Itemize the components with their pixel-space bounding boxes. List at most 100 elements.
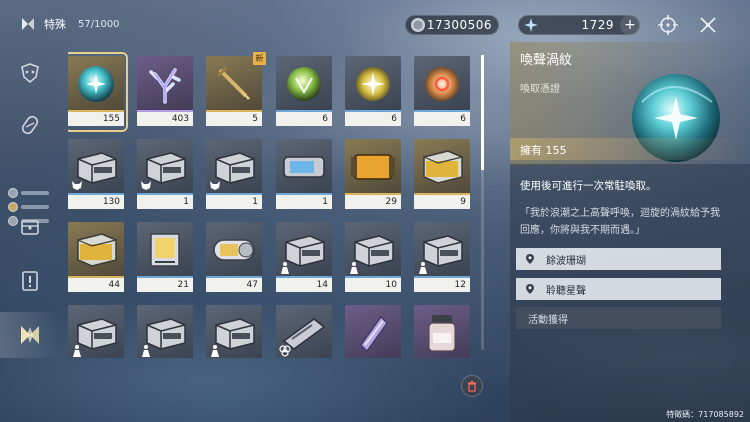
special-diamond-icon	[21, 326, 39, 344]
own-count: 擁有 155	[520, 144, 567, 157]
item-slot[interactable]: 1	[206, 139, 262, 211]
item-title: 喚聲渦紋	[520, 53, 573, 68]
item-slot[interactable]: 1	[137, 139, 193, 211]
special-category-icon	[22, 18, 34, 30]
location-pin-icon	[526, 254, 534, 264]
item-count: 130	[68, 195, 124, 209]
currency-shell-credit: 17300506	[405, 15, 499, 35]
capsule-gold-icon	[345, 139, 401, 195]
item-count: 14	[276, 278, 332, 292]
echo-mask-icon	[21, 63, 39, 84]
item-slot[interactable]: 155	[68, 52, 128, 132]
item-count: 6	[345, 112, 401, 126]
item-slot[interactable]: 12	[414, 222, 470, 294]
box-gold-icon	[68, 222, 124, 278]
crosshair-icon	[658, 15, 678, 35]
orb-green-icon	[276, 56, 332, 112]
close-button[interactable]	[697, 14, 719, 36]
player-uid: 特徵碼：717085892	[666, 410, 744, 419]
item-slot[interactable]: 29	[345, 139, 401, 211]
crystal-icon	[345, 305, 401, 358]
figure-icon	[278, 260, 292, 274]
mini-dot-icon	[8, 202, 18, 212]
orb-yellow-icon	[345, 56, 401, 112]
item-slot[interactable]: 130	[68, 139, 124, 211]
item-count: 12	[414, 278, 470, 292]
item-slot[interactable]: 10	[345, 222, 401, 294]
item-count: 1	[206, 195, 262, 209]
jar-icon	[414, 305, 470, 358]
item-slot[interactable]: 6	[276, 56, 332, 128]
source-label: 聆聽星聲	[546, 285, 586, 297]
source-link-1[interactable]: 餘波珊瑚	[516, 248, 721, 270]
cage-icon	[137, 222, 193, 278]
sidebar-item-echo[interactable]	[15, 58, 45, 88]
item-slot[interactable]: 403	[137, 56, 193, 128]
item-slot[interactable]	[68, 305, 124, 358]
item-slot[interactable]: 5新	[206, 52, 266, 128]
sidebar-item-material[interactable]	[15, 110, 45, 140]
figure-icon	[70, 343, 84, 357]
currency-value: 1729	[581, 18, 614, 32]
item-count: 155	[68, 112, 124, 126]
add-currency-button[interactable]: +	[620, 15, 640, 35]
item-slot[interactable]: 9	[414, 139, 470, 211]
figure-icon	[208, 343, 222, 357]
item-slot[interactable]: 21	[137, 222, 193, 294]
item-slot[interactable]: 14	[276, 222, 332, 294]
leaf-capsule-icon	[21, 115, 39, 135]
source-link-2[interactable]: 聆聽星聲	[516, 278, 721, 300]
coral-icon	[137, 56, 193, 112]
category-name: 特殊	[44, 18, 66, 31]
item-slot[interactable]	[137, 305, 193, 358]
item-grid: 155 403 5 新 6 6 6 130 1 1 1 29 9 44 21 47 14 10 12	[68, 52, 473, 358]
grid-scrollbar[interactable]	[481, 55, 484, 350]
wolf-icon	[70, 177, 84, 191]
trash-icon	[468, 380, 476, 392]
coin-icon	[411, 18, 425, 32]
source-label: 活動獲得	[528, 314, 568, 326]
figure-icon	[139, 343, 153, 357]
category-header: 特殊 57/1000	[20, 16, 120, 32]
item-slot[interactable]: 44	[68, 222, 124, 294]
scrollbar-thumb[interactable]	[481, 55, 484, 170]
chest-icon	[21, 220, 39, 235]
item-slot[interactable]	[414, 305, 470, 358]
orb-cyan-icon	[68, 56, 124, 112]
orb-orange-icon	[414, 56, 470, 112]
item-count: 44	[68, 278, 124, 292]
item-slot[interactable]	[206, 305, 262, 358]
clover-icon	[278, 343, 292, 357]
flavor-text: 「我於浪潮之上高聲呼喚，迴旋的渦紋給予我回應，你將與我不期而遇。」	[520, 208, 720, 236]
item-slot[interactable]: 1	[276, 139, 332, 211]
use-description: 使用後可進行一次常駐喚取。	[520, 180, 657, 192]
inventory-sidebar	[0, 40, 60, 422]
destroy-button[interactable]	[461, 375, 483, 397]
item-slot[interactable]: 47	[206, 222, 262, 294]
sidebar-item-quest[interactable]	[15, 266, 45, 296]
capsule-blue-icon	[276, 139, 332, 195]
item-slot[interactable]: 6	[345, 56, 401, 128]
item-slot[interactable]	[345, 305, 401, 358]
sidebar-item-special[interactable]	[0, 312, 60, 358]
exclamation-icon	[22, 271, 38, 291]
item-slot[interactable]	[276, 305, 332, 358]
target-button[interactable]	[657, 14, 679, 36]
canister-icon	[206, 222, 262, 278]
location-pin-icon	[526, 284, 534, 294]
item-count: 6	[276, 112, 332, 126]
item-count: 29	[345, 195, 401, 209]
mini-dot-icon	[8, 188, 18, 198]
item-count: 10	[345, 278, 401, 292]
star-currency-icon	[524, 18, 538, 32]
sidebar-item-resource[interactable]	[15, 212, 45, 242]
wolf-icon	[208, 177, 222, 191]
item-count: 21	[137, 278, 193, 292]
item-count: 403	[137, 112, 193, 126]
source-label: 餘波珊瑚	[546, 255, 586, 267]
item-slot[interactable]: 6	[414, 56, 470, 128]
box-gold-icon	[414, 139, 470, 195]
item-capacity: 57/1000	[78, 18, 120, 30]
currency-value: 17300506	[426, 18, 492, 32]
figure-icon	[416, 260, 430, 274]
